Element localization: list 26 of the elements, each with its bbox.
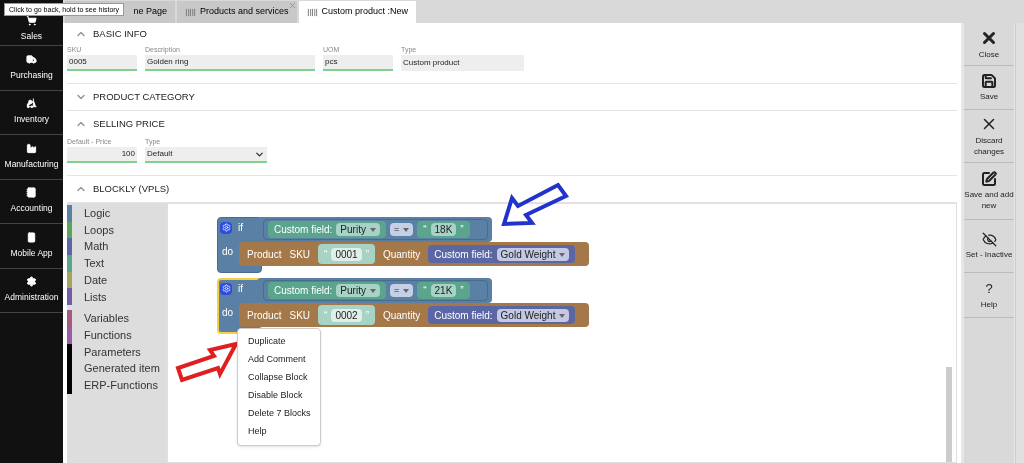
open-quote: “ [423, 284, 427, 298]
do-keyword: do [222, 245, 234, 259]
sidebar-label: Purchasing [10, 68, 53, 82]
question-mark-icon: ? [985, 280, 993, 297]
do-keyword: do [222, 306, 234, 320]
product-label: Product [247, 247, 282, 262]
close-quote: ” [365, 308, 369, 323]
sidebar-label: Sales [20, 29, 43, 43]
if-keyword: if [238, 282, 243, 296]
sku-label: SKU [289, 308, 311, 323]
close-quote: ” [460, 223, 464, 237]
open-quote: “ [324, 247, 328, 262]
close-quote: ” [460, 284, 464, 298]
sidebar-label: Mobile App [10, 246, 53, 260]
sidebar-label: Manufacturing [4, 157, 59, 171]
quantity-label: Quantity [382, 308, 421, 323]
sidebar-label: Accounting [10, 202, 53, 216]
sku-label: SKU [289, 247, 311, 262]
open-quote: “ [324, 308, 328, 323]
if-keyword: if [238, 221, 243, 235]
sidebar-label: Inventory [14, 113, 49, 127]
open-quote: “ [423, 223, 427, 237]
quantity-label: Quantity [382, 247, 421, 262]
product-label: Product [247, 308, 282, 323]
close-quote: ” [365, 247, 369, 262]
sidebar-label: Administration [4, 291, 59, 305]
